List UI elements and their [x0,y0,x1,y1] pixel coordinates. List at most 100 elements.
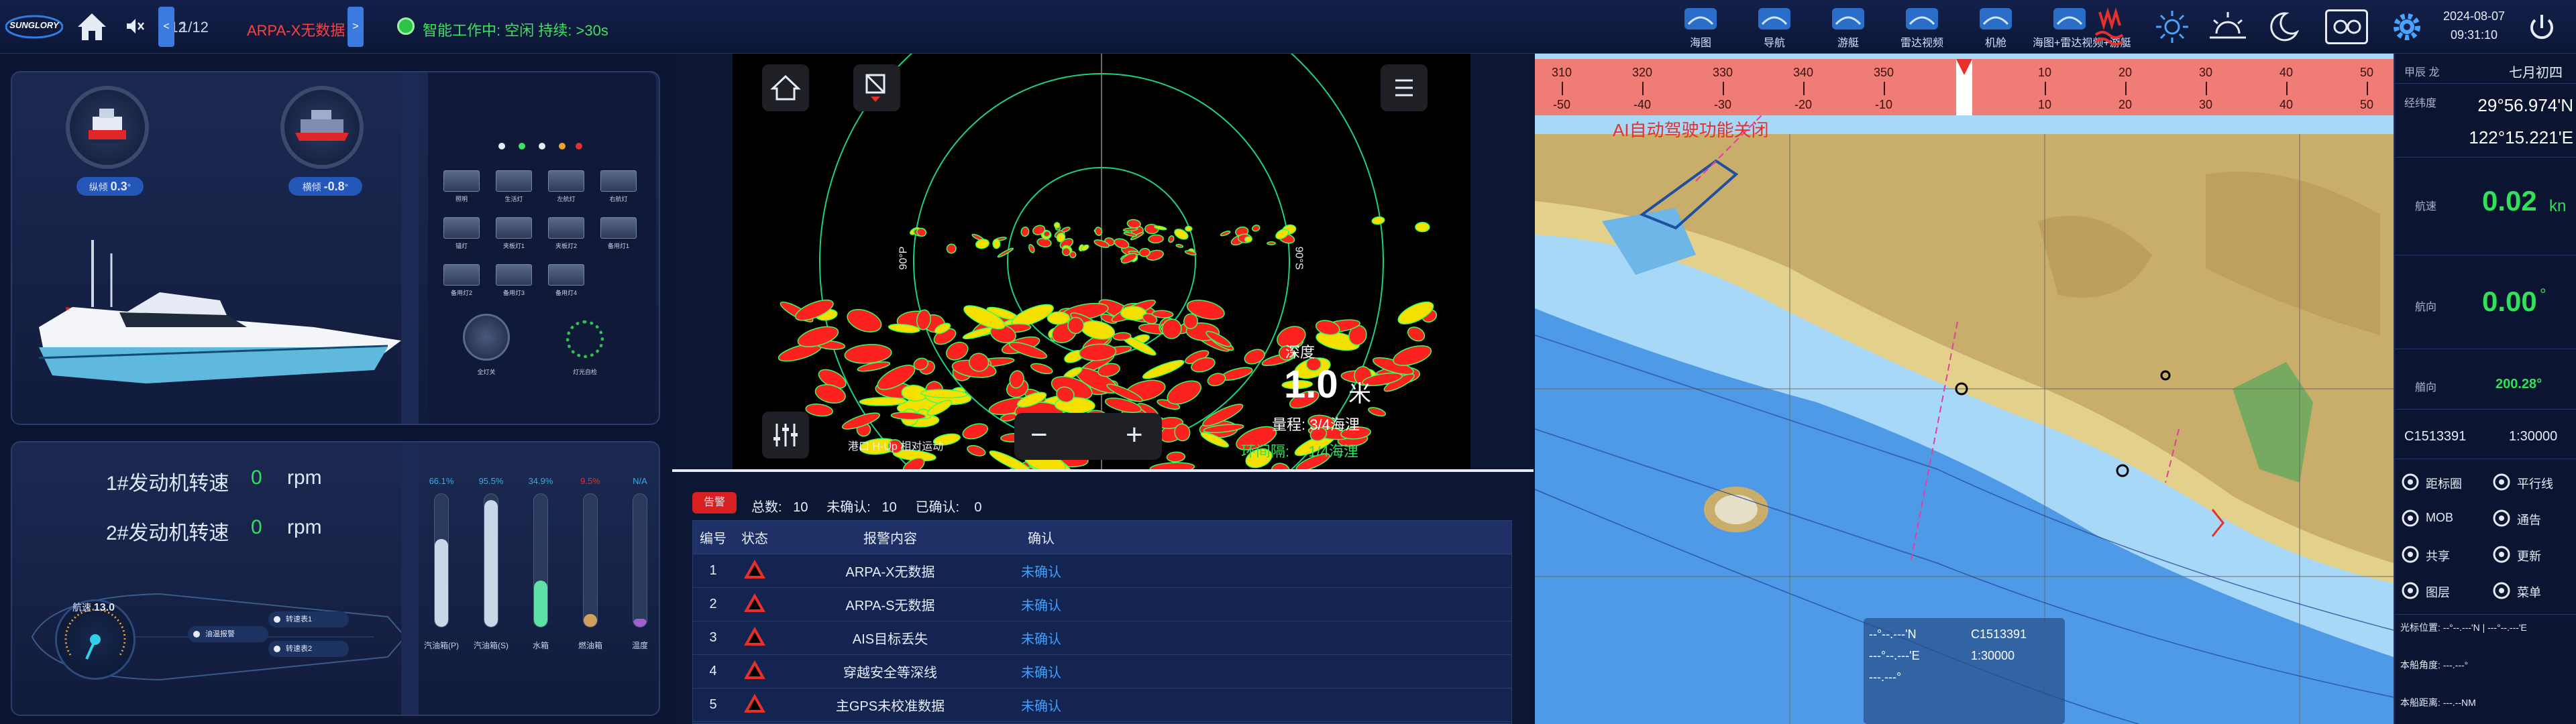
share-icon [2400,544,2420,564]
alarm-row[interactable]: 5 主GPS未校准数据 未确认 [693,688,1511,722]
tool-button[interactable]: 共享 [2400,539,2486,570]
ring-readout: 环间隔: 1/4海浬 [1241,440,1358,461]
light-switch[interactable] [443,170,480,192]
compass-offset-label: 30 [2198,98,2213,111]
zoom-in-button[interactable]: + [1126,418,1143,452]
tool-button[interactable]: 图层 [2400,575,2486,606]
alarm-row[interactable]: 4 穿越安全等深线 未确认 [693,655,1511,688]
lamp-test-indicator[interactable] [566,320,604,358]
tool-label: MOB [2426,511,2454,524]
alarm-content: ARPA-X无数据 [845,565,935,580]
tool-button[interactable]: 平行线 [2491,467,2576,497]
col-ack: 确认 [1028,532,1055,546]
tool-label: 图层 [2426,586,2450,599]
mob-icon [2400,508,2420,528]
compass-offset-label: -30 [1713,98,1731,111]
alarm-ack-link[interactable]: 未确认 [1004,595,1078,614]
cog-value: 0.00 [2482,286,2537,317]
ack-label: 已确认: [915,500,960,515]
screen-mode-icon[interactable] [2325,9,2368,44]
tool-button[interactable]: 菜单 [2491,575,2576,606]
radar-target-button[interactable] [853,64,900,111]
light-switch[interactable] [443,264,480,286]
all-off-label: 全灯关 [477,369,496,375]
chart-icon[interactable]: 海图 [1664,5,1737,50]
alarm-water-icon[interactable] [2093,5,2128,46]
tool-button[interactable]: 距标圈 [2400,467,2486,497]
heading-value: 200.28° [2496,377,2542,391]
compass-label: 340 [1792,66,1814,79]
pitch-unit: ° [127,182,131,192]
ack-count: 0 [974,500,982,515]
tank-gauge [583,493,598,627]
light-switch[interactable] [548,264,584,286]
nautical-chart[interactable]: 310 -50 320 -40 330 -30 340 -20 350 -10 10 10 20 20 30… [1535,54,2394,724]
radar-echo [1185,225,1193,232]
next-page-button[interactable]: > [347,7,364,47]
app-label: 海图 [1689,38,1711,49]
total-count: 10 [793,500,808,515]
heading-label: 艏向 [2415,382,2437,394]
radar-mode-text: 港口 H-Up 相对运动 [848,441,944,452]
tool-button[interactable]: 通告 [2491,503,2576,534]
tool-button[interactable]: 更新 [2491,539,2576,570]
sog-value: 0.02 [2482,185,2537,217]
radar-video-icon[interactable]: 雷达视频 [1885,5,1959,50]
radar-echo [1028,243,1035,253]
alarm-row[interactable]: 2 ARPA-S无数据 未确认 [693,588,1511,621]
prev-page-button[interactable]: < [158,7,174,47]
radar-adjust-icon[interactable] [762,412,809,459]
dusk-mode-icon[interactable] [2207,8,2249,46]
speed-label: 航速 [72,602,91,613]
compass-strip: 310 -50 320 -40 330 -30 340 -20 350 -10 10 10 20 20 30… [1535,59,2394,115]
light-switch[interactable] [443,217,480,239]
light-switch[interactable] [600,217,637,239]
alarm-filter-button[interactable]: 告警 [692,492,737,514]
alarm-ack-link[interactable]: 未确认 [1004,662,1078,681]
alarm-ack-link[interactable]: 未确认 [1004,628,1078,648]
ring-label: 环间隔: [1241,443,1290,460]
home-icon[interactable] [75,11,109,42]
radar-echo [1267,241,1277,245]
power-icon[interactable] [2525,11,2559,44]
ship-bearing: 本船角度: ---.---° [2400,658,2468,672]
sog-unit: kn [2549,197,2567,215]
night-mode-icon[interactable] [2265,8,2302,46]
mute-icon[interactable] [125,16,145,36]
switch-board: 照明 生活灯 左航灯 右航灯 锚灯 夹板灯1 夹板灯2 备用灯1 备用灯2 备用灯3 备用灯4 全灯… [428,72,656,424]
radar-home-button[interactable] [762,64,809,111]
light-switch[interactable] [548,170,584,192]
radar-echo [847,309,882,333]
all-lights-off-knob[interactable] [463,314,510,361]
radar-zoom-control: − + [1014,413,1162,460]
app-label: 导航 [1763,38,1785,49]
alarm-panel: 告警 总数: 10 未确认: 10 已确认: 0 编号 状态 报警内容 确认 1… [672,472,1534,724]
tool-label: 平行线 [2517,477,2553,491]
light-switch[interactable] [600,170,637,192]
switch-label: 照明 [455,196,468,202]
alarm-row[interactable]: 1 ARPA-X无数据 未确认 [693,554,1511,588]
yacht-icon[interactable]: 游艇 [1811,5,1885,50]
switch-label: 左航灯 [557,196,576,202]
zoom-out-button[interactable]: − [1030,418,1048,452]
tool-button[interactable]: MOB [2400,503,2486,534]
light-switch[interactable] [496,264,532,286]
radar-echo [1271,463,1291,469]
light-switch[interactable] [548,217,584,239]
engine-panel: 1#发动机转速 0 rpm 2#发动机转速 0 rpm 航速 13.0 油温报警… [11,441,660,716]
lamp-test-label: 灯光自检 [572,369,597,375]
radar-menu-icon[interactable] [1381,64,1428,111]
arpa-alert-text[interactable]: ARPA-X无数据 [247,19,345,40]
yacht-image [25,227,415,414]
alarm-ack-link[interactable]: 未确认 [1004,561,1078,581]
navigation-icon[interactable]: 导航 [1737,5,1811,50]
alarm-row[interactable]: 3 AIS目标丢失 未确认 [693,621,1511,655]
settings-icon[interactable] [2388,8,2426,46]
light-switch[interactable] [496,217,532,239]
switch-label: 锚灯 [455,243,468,249]
day-mode-icon[interactable] [2153,8,2191,46]
light-switch[interactable] [496,170,532,192]
alarm-ack-link[interactable]: 未确认 [1004,695,1078,715]
compass-label: 40 [2279,66,2294,79]
engine-room-icon[interactable]: 机舱 [1959,5,2033,50]
